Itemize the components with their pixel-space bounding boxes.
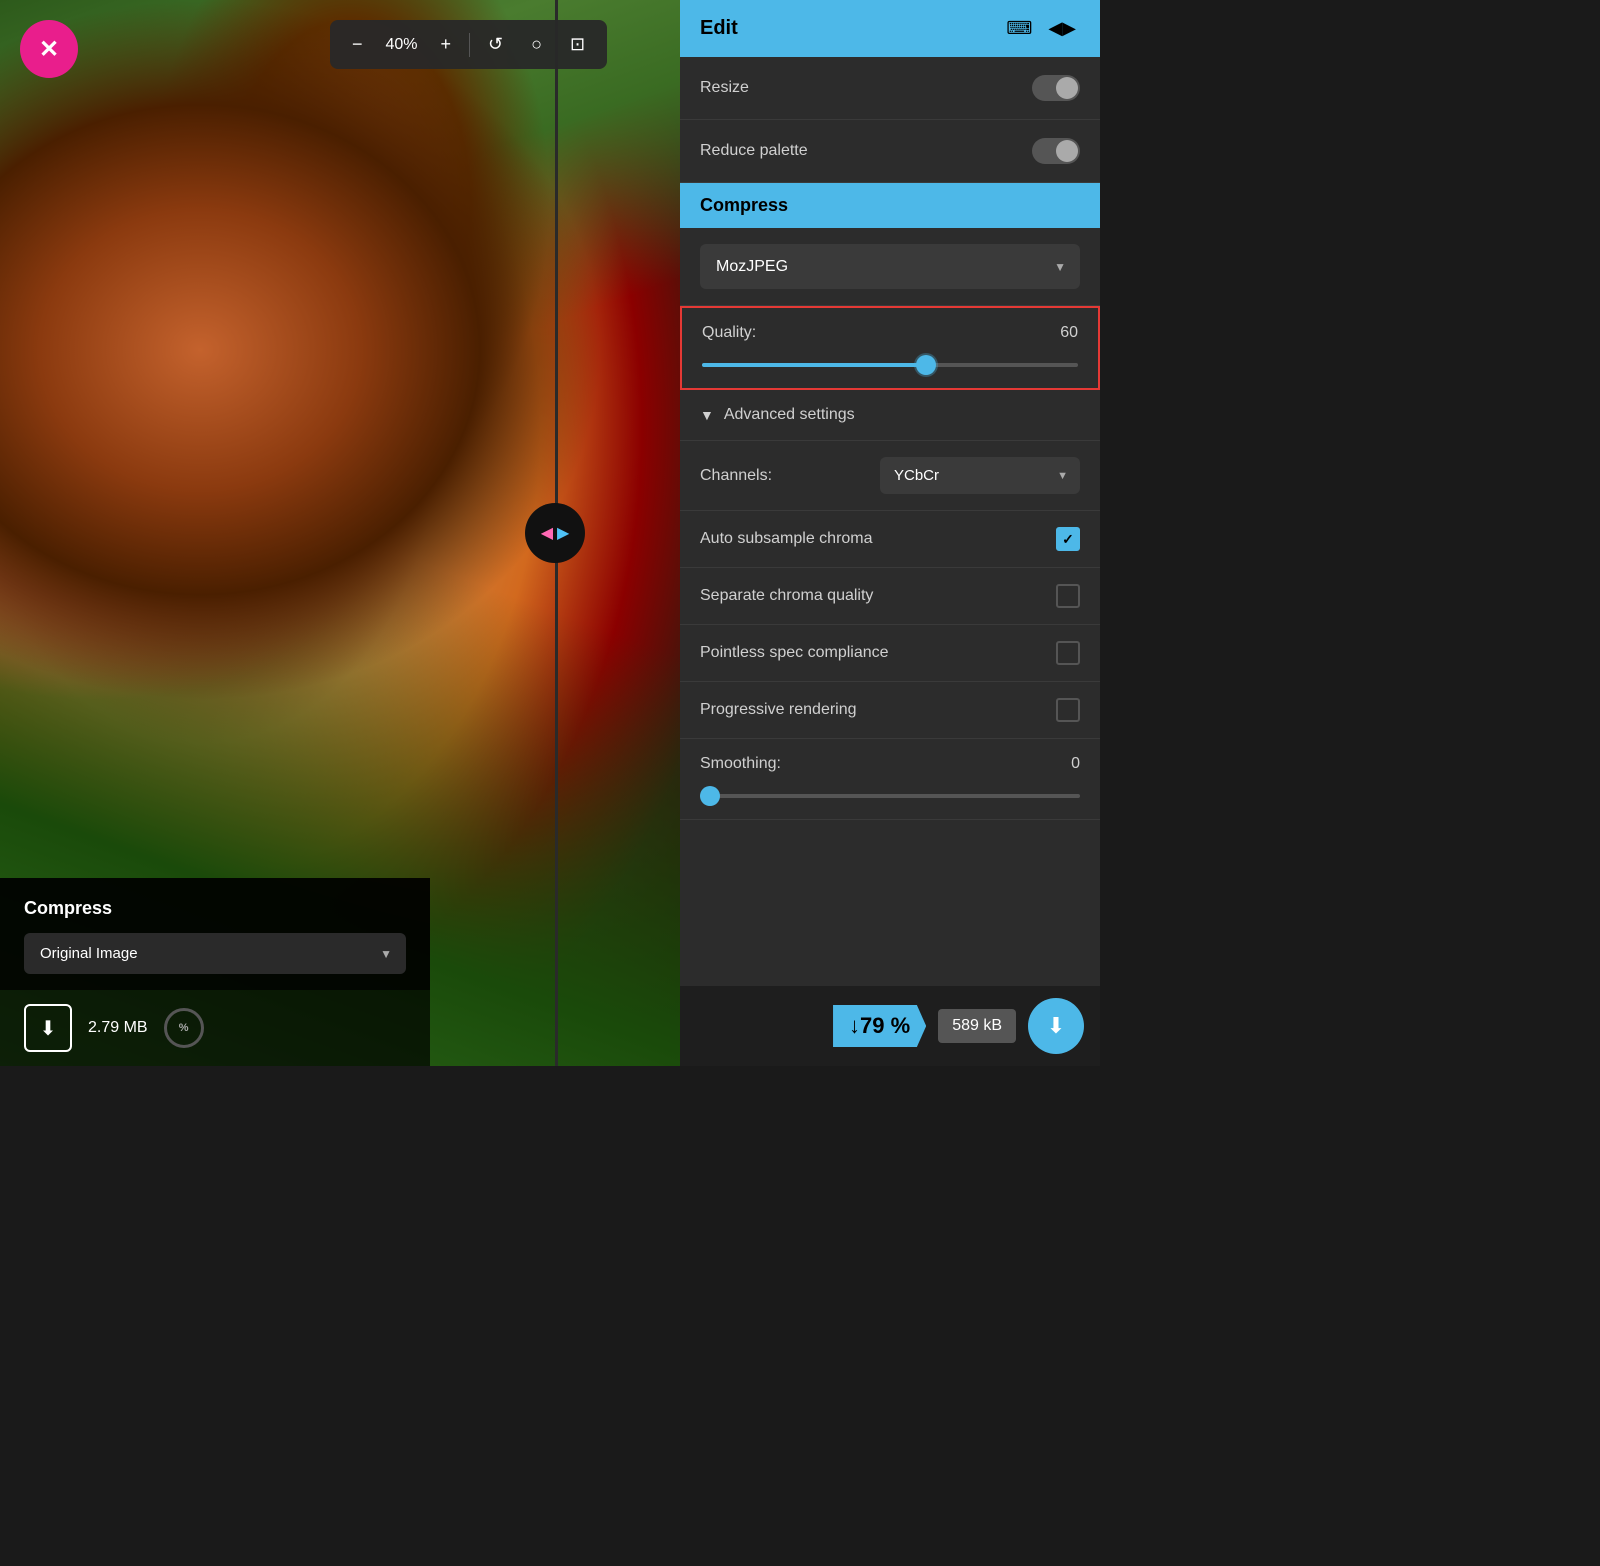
quality-label: Quality: xyxy=(702,324,756,342)
auto-subsample-label: Auto subsample chroma xyxy=(700,530,873,548)
compress-bottom-title: Compress xyxy=(24,898,406,919)
channels-label: Channels: xyxy=(700,467,772,485)
channels-select[interactable]: YCbCr RGB Grayscale xyxy=(880,457,1080,494)
encoder-select[interactable]: MozJPEG WebP AVIF PNG xyxy=(700,244,1080,289)
reduce-palette-row: Reduce palette xyxy=(680,120,1100,183)
right-panel: Edit ⌨ ◀▶ Resize Reduce palette Compress… xyxy=(680,0,1100,1066)
flip-button[interactable]: ○ xyxy=(517,26,556,63)
bottom-status-bar: ⬇ 2.79 MB % xyxy=(0,990,430,1066)
crop-button[interactable]: ⊡ xyxy=(556,26,599,63)
zoom-toolbar: − 40% + ↺ ○ ⊡ xyxy=(330,20,607,69)
compress-bottom-panel: Compress Original Image Compressed ▼ xyxy=(0,878,430,990)
reduce-palette-toggle[interactable] xyxy=(1032,138,1080,164)
arrows-icon[interactable]: ◀▶ xyxy=(1044,16,1080,41)
progressive-rendering-label: Progressive rendering xyxy=(700,701,857,719)
image-select-wrapper: Original Image Compressed ▼ xyxy=(24,933,406,974)
advanced-chevron-icon: ▼ xyxy=(700,407,714,423)
reduce-palette-label: Reduce palette xyxy=(700,142,808,160)
auto-subsample-checkbox[interactable] xyxy=(1056,527,1080,551)
smoothing-slider[interactable] xyxy=(700,794,1080,798)
pointless-spec-checkbox[interactable] xyxy=(1056,641,1080,665)
separate-chroma-label: Separate chroma quality xyxy=(700,587,873,605)
compress-section-title: Compress xyxy=(700,195,788,215)
channels-select-wrapper: YCbCr RGB Grayscale ▼ xyxy=(880,457,1080,494)
compress-section-header: Compress xyxy=(680,183,1100,228)
rotate-button[interactable]: ↺ xyxy=(474,26,517,63)
zoom-increase-button[interactable]: + xyxy=(427,26,466,63)
resize-label: Resize xyxy=(700,79,749,97)
bottom-left-container: Compress Original Image Compressed ▼ ⬇ 2… xyxy=(0,878,430,1066)
pointless-spec-label: Pointless spec compliance xyxy=(700,644,889,662)
close-icon: ✕ xyxy=(39,35,59,64)
smoothing-row: Smoothing: 0 xyxy=(680,739,1100,820)
smoothing-value-display: 0 xyxy=(1071,755,1080,773)
progressive-rendering-row: Progressive rendering xyxy=(680,682,1100,739)
resize-row: Resize xyxy=(680,57,1100,120)
quality-value-display: 60 xyxy=(1060,324,1078,342)
save-bottom-button[interactable]: ⬇ xyxy=(24,1004,72,1052)
quality-slider[interactable] xyxy=(702,363,1078,367)
quality-header: Quality: 60 xyxy=(702,324,1078,342)
resize-toggle[interactable] xyxy=(1032,75,1080,101)
separate-chroma-row: Separate chroma quality xyxy=(680,568,1100,625)
pointless-spec-row: Pointless spec compliance xyxy=(680,625,1100,682)
panel-title: Edit xyxy=(700,17,738,40)
bottom-right-area: ↓79 % 589 kB ⬇ xyxy=(680,986,1100,1066)
auto-subsample-row: Auto subsample chroma xyxy=(680,511,1100,568)
zoom-value-display: 40% xyxy=(377,36,427,54)
zoom-decrease-button[interactable]: − xyxy=(338,26,377,63)
progressive-rendering-checkbox[interactable] xyxy=(1056,698,1080,722)
channels-row: Channels: YCbCr RGB Grayscale ▼ xyxy=(680,441,1100,511)
smoothing-label: Smoothing: xyxy=(700,755,781,773)
panel-header: Edit ⌨ ◀▶ xyxy=(680,0,1100,57)
terminal-icon[interactable]: ⌨ xyxy=(1002,16,1036,41)
encoder-row: MozJPEG WebP AVIF PNG ▼ xyxy=(680,228,1100,306)
panel-header-icons: ⌨ ◀▶ xyxy=(1002,16,1080,41)
reduction-badge: ↓79 % xyxy=(833,1005,926,1047)
percent-circle: % xyxy=(164,1008,204,1048)
toolbar-divider xyxy=(469,33,470,57)
encoder-select-wrapper: MozJPEG WebP AVIF PNG ▼ xyxy=(700,244,1080,289)
advanced-settings-label: Advanced settings xyxy=(724,406,855,424)
compare-handle[interactable] xyxy=(525,503,585,563)
advanced-settings-header[interactable]: ▼ Advanced settings xyxy=(680,390,1100,441)
file-size-display: 2.79 MB xyxy=(88,1019,148,1037)
compressed-size-badge: 589 kB xyxy=(938,1009,1016,1043)
smoothing-header: Smoothing: 0 xyxy=(700,755,1080,773)
download-button[interactable]: ⬇ xyxy=(1028,998,1084,1054)
image-select[interactable]: Original Image Compressed xyxy=(24,933,406,974)
separate-chroma-checkbox[interactable] xyxy=(1056,584,1080,608)
close-button[interactable]: ✕ xyxy=(20,20,78,78)
quality-row: Quality: 60 xyxy=(680,306,1100,390)
